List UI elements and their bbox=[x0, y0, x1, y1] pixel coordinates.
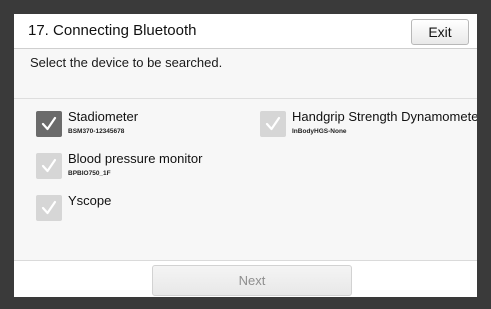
checkbox-blood-pressure[interactable] bbox=[36, 153, 62, 179]
device-id: BSM370-12345678 bbox=[68, 128, 125, 135]
divider bbox=[14, 98, 477, 99]
device-id: BPBIO750_1F bbox=[68, 170, 111, 177]
checkbox-handgrip[interactable] bbox=[260, 111, 286, 137]
device-name: Yscope bbox=[68, 193, 112, 208]
instruction-text: Select the device to be searched. bbox=[30, 55, 223, 70]
checkmark-icon bbox=[265, 116, 281, 131]
app-screen: 17. Connecting Bluetooth Exit Select the… bbox=[14, 14, 477, 297]
footer-bar: Next bbox=[14, 260, 477, 297]
checkbox-stadiometer[interactable] bbox=[36, 111, 62, 137]
device-name: Stadiometer bbox=[68, 109, 139, 124]
next-button[interactable]: Next bbox=[152, 265, 352, 296]
checkmark-icon bbox=[41, 158, 57, 173]
checkmark-icon bbox=[41, 200, 57, 215]
page-title: 17. Connecting Bluetooth bbox=[28, 22, 197, 39]
device-id: InBodyHGS-None bbox=[292, 128, 347, 135]
exit-button[interactable]: Exit bbox=[411, 19, 469, 45]
device-name: Blood pressure monitor bbox=[68, 151, 203, 166]
title-bar: 17. Connecting Bluetooth Exit bbox=[14, 14, 477, 49]
checkmark-icon bbox=[41, 116, 57, 131]
device-name: Handgrip Strength Dynamometer bbox=[292, 109, 477, 124]
checkbox-yscope[interactable] bbox=[36, 195, 62, 221]
